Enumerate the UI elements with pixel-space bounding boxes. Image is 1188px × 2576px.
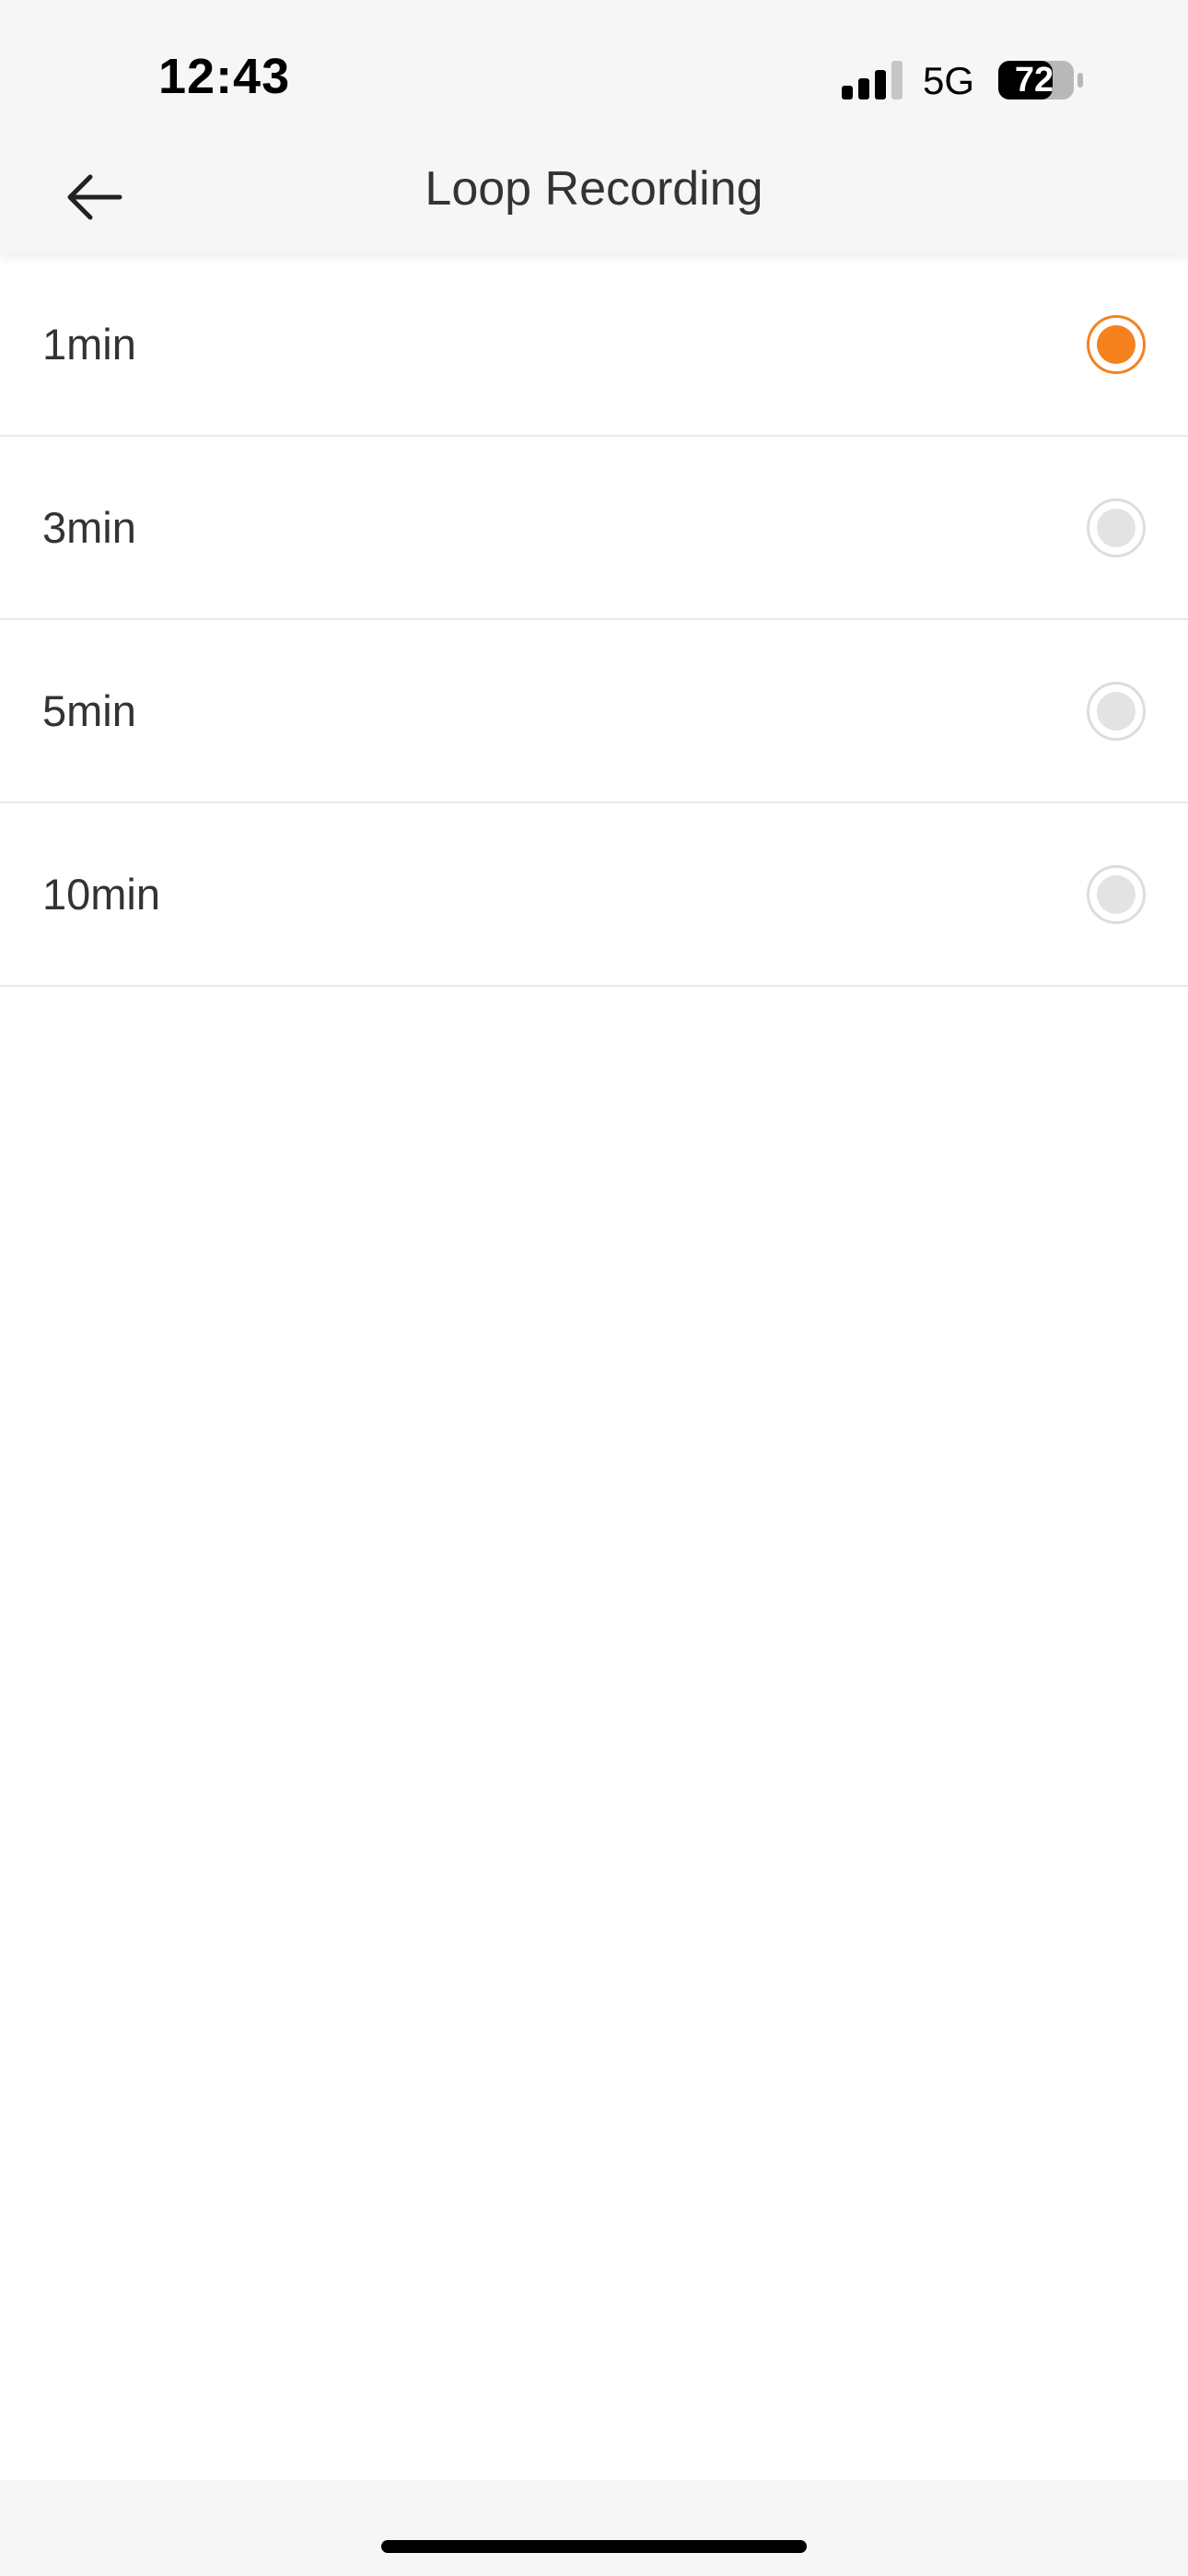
radio-button[interactable] [1087,864,1146,924]
option-5min[interactable]: 5min [0,620,1188,803]
top-bar: 12:43 5G 72 Loop Recording [0,0,1188,253]
cellular-signal-icon [842,61,903,100]
page-title: Loop Recording [425,162,763,216]
option-3min[interactable]: 3min [0,437,1188,620]
status-time: 12:43 [158,49,291,104]
radio-dot [1097,874,1136,914]
bottom-safe-area [0,2480,1188,2576]
battery-percentage: 72 [1014,61,1054,100]
radio-dot [1097,691,1136,731]
option-10min[interactable]: 10min [0,803,1188,987]
radio-button[interactable] [1087,498,1146,557]
loop-duration-options: 1min 3min 5min 10min [0,253,1188,987]
home-indicator[interactable] [381,2540,807,2553]
option-label: 10min [42,870,161,919]
loop-recording-screen: 12:43 5G 72 Loop Recording 1min 3min 5mi… [0,0,1188,2576]
option-1min[interactable]: 1min [0,253,1188,437]
radio-dot [1097,508,1136,547]
radio-button[interactable] [1087,314,1146,374]
radio-dot [1097,324,1136,364]
option-label: 5min [42,686,136,735]
option-label: 3min [42,503,136,552]
option-label: 1min [42,320,136,369]
network-type: 5G [923,59,975,102]
radio-button[interactable] [1087,681,1146,741]
